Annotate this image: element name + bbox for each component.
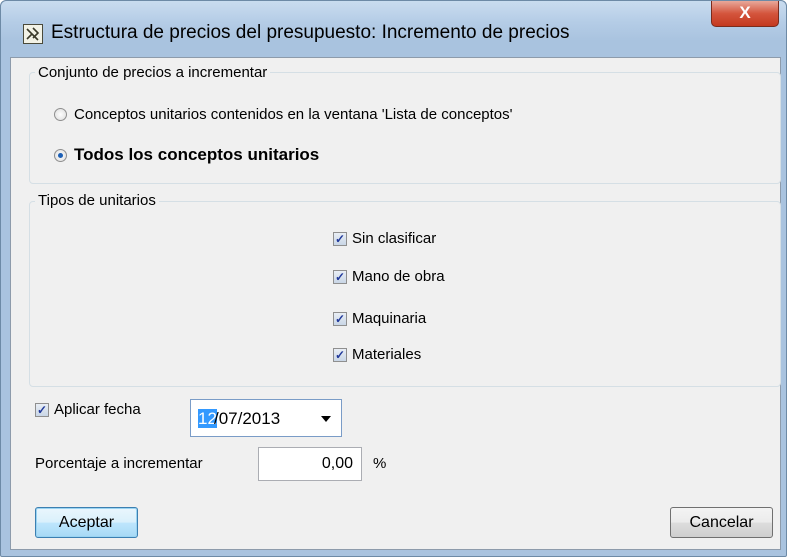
- radio-todos-conceptos[interactable]: Todos los conceptos unitarios: [54, 145, 319, 165]
- check-maquinaria[interactable]: ✓ Maquinaria: [333, 310, 426, 327]
- check-mano-de-obra[interactable]: ✓ Mano de obra: [333, 268, 445, 285]
- check-materiales-label: Materiales: [352, 346, 422, 363]
- title-bar[interactable]: Estructura de precios del presupuesto: I…: [1, 1, 786, 44]
- checkbox-checked-icon[interactable]: ✓: [333, 347, 347, 362]
- window-title: Estructura de precios del presupuesto: I…: [51, 22, 570, 43]
- checkbox-checked-icon[interactable]: ✓: [333, 231, 347, 246]
- check-maquinaria-label: Maquinaria: [352, 310, 427, 327]
- porcentaje-unit: %: [373, 455, 387, 472]
- checkbox-checked-icon[interactable]: ✓: [333, 269, 347, 284]
- close-button[interactable]: X: [711, 1, 779, 27]
- group-conjunto-precios-label: Conjunto de precios a incrementar: [35, 64, 271, 81]
- cancelar-button[interactable]: Cancelar: [670, 507, 773, 538]
- date-picker[interactable]: 12 /07/2013: [190, 399, 342, 437]
- radio-conceptos-ventana-label: Conceptos unitarios contenidos en la ven…: [74, 106, 513, 123]
- dropdown-arrow-icon[interactable]: [321, 416, 331, 422]
- date-rest: /07/2013: [214, 409, 281, 428]
- group-conjunto-precios: [29, 72, 781, 184]
- check-sin-clasificar-label: Sin clasificar: [352, 230, 437, 247]
- aceptar-button[interactable]: Aceptar: [35, 507, 138, 538]
- checkbox-checked-icon[interactable]: ✓: [333, 311, 347, 326]
- check-aplicar-fecha-label: Aplicar fecha: [54, 401, 141, 418]
- radio-indicator[interactable]: [54, 108, 67, 121]
- close-icon: X: [739, 3, 751, 22]
- porcentaje-value: 0,00: [321, 455, 353, 472]
- check-materiales[interactable]: ✓ Materiales: [333, 346, 421, 363]
- porcentaje-label: Porcentaje a incrementar: [35, 455, 203, 472]
- app-icon: [23, 24, 43, 44]
- group-tipos-unitarios-label: Tipos de unitarios: [35, 192, 159, 209]
- check-mano-de-obra-label: Mano de obra: [352, 268, 445, 285]
- radio-todos-conceptos-label: Todos los conceptos unitarios: [74, 145, 320, 164]
- checkbox-checked-icon[interactable]: ✓: [35, 402, 49, 417]
- radio-indicator-selected[interactable]: [54, 148, 67, 162]
- check-aplicar-fecha[interactable]: ✓ Aplicar fecha: [35, 401, 141, 418]
- porcentaje-input[interactable]: 0,00: [258, 447, 362, 481]
- radio-conceptos-ventana[interactable]: Conceptos unitarios contenidos en la ven…: [54, 106, 513, 123]
- check-sin-clasificar[interactable]: ✓ Sin clasificar: [333, 230, 436, 247]
